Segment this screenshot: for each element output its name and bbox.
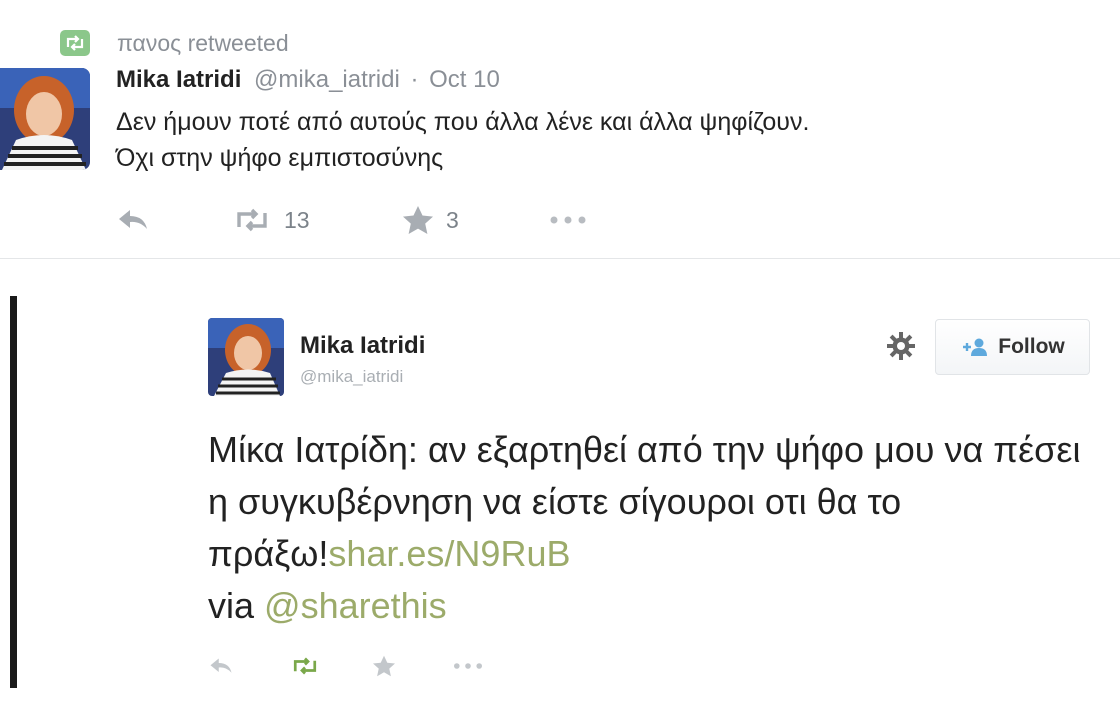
- embedded-more-button[interactable]: [452, 662, 484, 670]
- author-name[interactable]: Mika Iatridi: [116, 66, 241, 93]
- retweet-context-label[interactable]: πανος retweeted: [117, 30, 289, 57]
- follow-label: Follow: [998, 335, 1065, 358]
- shared-link[interactable]: shar.es/N9RuB: [328, 533, 570, 574]
- favorite-star-icon: [373, 655, 395, 677]
- retweet-icon: [293, 657, 317, 675]
- divider: [0, 258, 1120, 259]
- author-handle[interactable]: @mika_iatridi: [254, 66, 400, 93]
- reply-icon: [210, 658, 232, 673]
- embedded-avatar[interactable]: [208, 318, 284, 396]
- more-dots-icon: [454, 663, 482, 669]
- tweet-actions: 13 3: [116, 200, 588, 240]
- favorite-star-icon: [403, 206, 433, 234]
- follow-button[interactable]: Follow: [935, 319, 1090, 375]
- avatar[interactable]: [0, 68, 90, 170]
- embedded-tweet-actions: [208, 648, 484, 684]
- retweet-button[interactable]: 13: [232, 207, 402, 234]
- retweet-icon: [237, 208, 267, 232]
- reply-button[interactable]: [116, 208, 232, 232]
- reply-icon: [119, 210, 147, 229]
- embedded-author-handle[interactable]: @mika_iatridi: [300, 367, 403, 387]
- tweet-header: Mika Iatridi @mika_iatridi · Oct 10: [116, 66, 500, 94]
- embedded-author-name[interactable]: Mika Iatridi: [300, 332, 425, 360]
- tweet-date[interactable]: Oct 10: [429, 66, 500, 93]
- page: πανος retweeted Mika Iatridi @mika_iatri…: [0, 0, 1120, 720]
- follow-person-icon: [963, 338, 988, 356]
- embedded-reply-button[interactable]: [208, 657, 290, 675]
- embedded-favorite-button[interactable]: [372, 655, 452, 677]
- retweet-context-icon: [60, 30, 90, 56]
- more-dots-icon: [550, 216, 586, 224]
- tweet-text-line: Δεν ήμουν ποτέ από αυτούς που άλλα λένε …: [116, 108, 810, 136]
- sharethis-mention[interactable]: @sharethis: [264, 585, 447, 626]
- tweet-text-line: Όχι στην ψήφο εμπιστοσύνης: [116, 144, 444, 172]
- favorite-button[interactable]: 3: [402, 205, 548, 235]
- separator-dot: ·: [410, 66, 419, 93]
- embedded-tweet-text: Μίκα Ιατρίδη: αν εξαρτηθεί από την ψήφο …: [208, 424, 1088, 632]
- gear-icon[interactable]: [886, 331, 916, 361]
- embedded-retweet-button[interactable]: [290, 656, 372, 676]
- more-button[interactable]: [548, 215, 588, 225]
- quote-bar: [10, 296, 17, 688]
- retweet-count: 13: [284, 206, 310, 233]
- favorite-count: 3: [446, 206, 459, 233]
- via-text: via: [208, 585, 265, 626]
- tweet-text: Δεν ήμουν ποτέ από αυτούς που άλλα λένε …: [116, 104, 809, 176]
